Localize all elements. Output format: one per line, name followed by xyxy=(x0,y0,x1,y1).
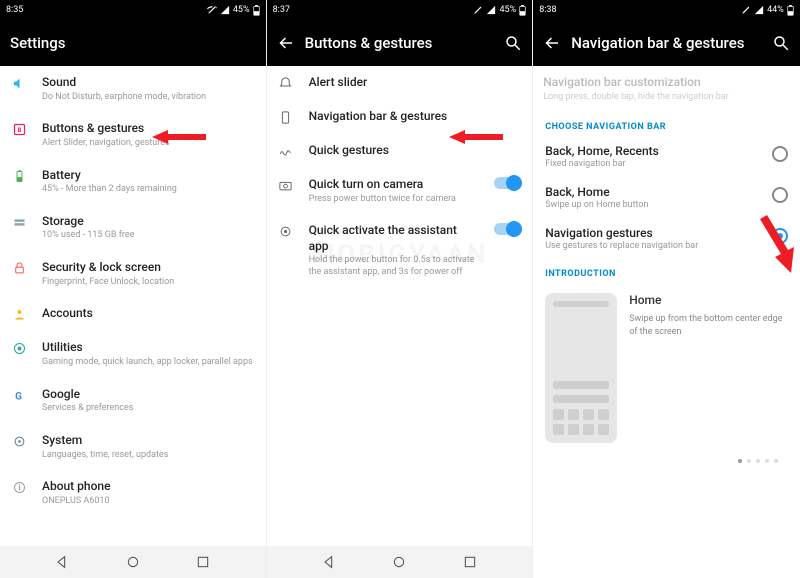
nav-back-icon[interactable] xyxy=(321,554,337,570)
settings-list: SoundDo Not Disturb, earphone mode, vibr… xyxy=(0,66,266,546)
app-bar: Navigation bar & gestures xyxy=(533,20,800,66)
search-icon[interactable] xyxy=(772,34,790,52)
status-time: 8:38 xyxy=(539,5,556,15)
system-nav-bar xyxy=(0,546,266,578)
status-time: 8:37 xyxy=(273,5,290,15)
section-choose-navbar: CHOOSE NAVIGATION BAR xyxy=(533,112,800,136)
battery-icon xyxy=(10,168,28,184)
accounts-icon xyxy=(10,306,28,322)
settings-item-utilities[interactable]: UtilitiesGaming mode, quick launch, app … xyxy=(0,331,266,377)
item-quick-camera[interactable]: Quick turn on cameraPress power button t… xyxy=(267,168,533,214)
item-alert-slider[interactable]: Alert slider xyxy=(267,66,533,100)
status-bar: 8:35 45% xyxy=(0,0,266,20)
utilities-icon xyxy=(10,340,28,356)
red-arrow-annotation xyxy=(152,128,206,146)
navbar-settings-content: Navigation bar customizationLong press, … xyxy=(533,66,800,578)
system-nav-bar xyxy=(267,546,533,578)
phone-icon xyxy=(277,109,295,125)
switch-quick-camera[interactable] xyxy=(494,177,520,189)
svg-text:B: B xyxy=(17,126,21,134)
settings-item-buttons-gestures[interactable]: B Buttons & gesturesAlert Slider, naviga… xyxy=(0,112,266,158)
storage-icon xyxy=(10,214,28,230)
intro-description: Swipe up from the bottom center edge of … xyxy=(629,313,788,338)
system-icon xyxy=(10,433,28,449)
sound-icon xyxy=(10,75,28,91)
radio-back-home-recents[interactable] xyxy=(772,146,788,162)
item-quick-assistant[interactable]: Quick activate the assistant appHold the… xyxy=(267,214,533,288)
settings-item-battery[interactable]: Battery45% - More than 2 days remaining xyxy=(0,159,266,205)
signal-status-icon xyxy=(220,5,230,15)
back-icon[interactable] xyxy=(543,34,561,52)
info-icon xyxy=(10,479,28,495)
panel-nav-bar-gestures: 8:38 44% Navigation bar & gestures Navig… xyxy=(533,0,800,578)
alert-slider-icon xyxy=(277,75,295,91)
back-icon[interactable] xyxy=(277,34,295,52)
battery-status-icon xyxy=(253,5,260,16)
battery-status-icon xyxy=(519,5,526,16)
panel-settings: 8:35 45% Settings SoundDo Not Disturb, e… xyxy=(0,0,267,578)
battery-status-icon xyxy=(787,5,794,16)
app-bar: Buttons & gestures xyxy=(267,20,533,66)
status-bar: 8:37 45% xyxy=(267,0,533,20)
svg-text:G: G xyxy=(15,391,22,402)
settings-item-accounts[interactable]: Accounts xyxy=(0,297,266,331)
red-arrow-annotation xyxy=(449,128,503,146)
app-bar: Settings xyxy=(0,20,266,66)
lock-icon xyxy=(10,260,28,276)
signal-status-icon xyxy=(754,5,764,15)
page-title: Buttons & gestures xyxy=(305,34,495,52)
nav-home-icon[interactable] xyxy=(125,554,141,570)
camera-icon xyxy=(277,177,295,193)
signal-status-icon xyxy=(486,5,496,15)
gesture-icon xyxy=(277,143,295,159)
settings-item-google[interactable]: G GoogleServices & preferences xyxy=(0,378,266,424)
panel-buttons-gestures: 8:37 45% Buttons & gestures Alert slider… xyxy=(267,0,534,578)
nav-recents-icon[interactable] xyxy=(195,554,211,570)
wifi-off-status-icon xyxy=(473,5,483,15)
red-arrow-annotation xyxy=(745,213,797,273)
wifi-off-status-icon xyxy=(207,5,217,15)
radio-back-home[interactable] xyxy=(772,187,788,203)
settings-item-security[interactable]: Security & lock screenFingerprint, Face … xyxy=(0,251,266,297)
status-battery-pct: 45% xyxy=(499,5,516,15)
settings-item-about[interactable]: About phoneONEPLUS A6010 xyxy=(0,470,266,516)
assistant-icon xyxy=(277,223,295,239)
wifi-off-status-icon xyxy=(741,5,751,15)
intro-card[interactable]: Home Swipe up from the bottom center edg… xyxy=(533,283,800,453)
nav-home-icon[interactable] xyxy=(391,554,407,570)
status-time: 8:35 xyxy=(6,5,23,15)
page-title: Settings xyxy=(10,34,256,52)
google-icon: G xyxy=(10,387,28,403)
switch-assistant[interactable] xyxy=(494,223,520,235)
settings-item-sound[interactable]: SoundDo Not Disturb, earphone mode, vibr… xyxy=(0,66,266,112)
buttons-icon: B xyxy=(10,121,28,137)
settings-item-storage[interactable]: Storage10% used - 115 GB free xyxy=(0,205,266,251)
intro-title: Home xyxy=(629,293,788,307)
phone-mock-illustration xyxy=(545,293,617,443)
option-back-home-recents[interactable]: Back, Home, RecentsFixed navigation bar xyxy=(533,136,800,177)
item-navbar-customization: Navigation bar customizationLong press, … xyxy=(533,66,800,112)
status-battery-pct: 44% xyxy=(767,5,784,15)
status-battery-pct: 45% xyxy=(233,5,250,15)
page-title: Navigation bar & gestures xyxy=(571,34,762,52)
nav-recents-icon[interactable] xyxy=(462,554,478,570)
status-bar: 8:38 44% xyxy=(533,0,800,20)
settings-item-system[interactable]: SystemLanguages, time, reset, updates xyxy=(0,424,266,470)
page-indicator xyxy=(533,453,800,463)
search-icon[interactable] xyxy=(504,34,522,52)
nav-back-icon[interactable] xyxy=(54,554,70,570)
